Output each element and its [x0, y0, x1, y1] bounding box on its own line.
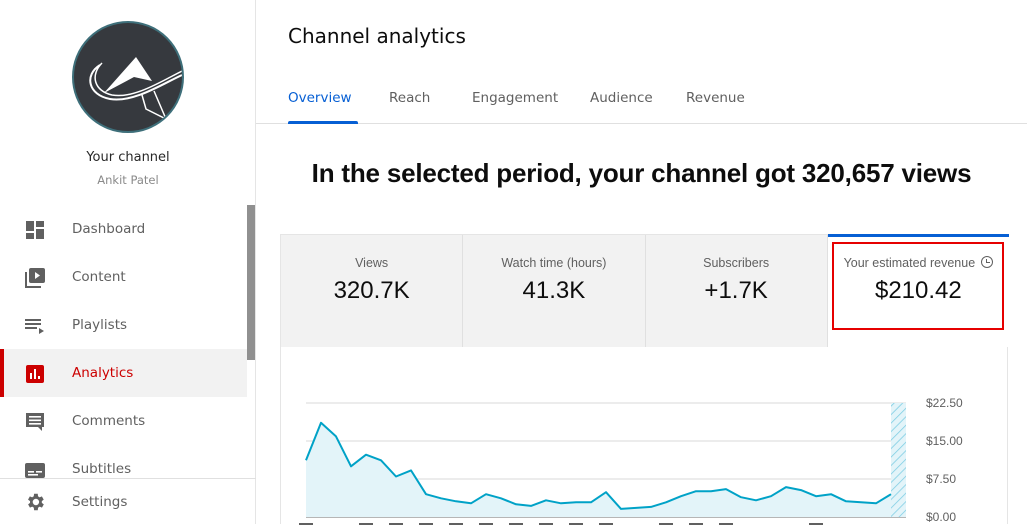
channel-title: Your channel	[86, 150, 170, 165]
y-tick-label: $7.50	[926, 472, 956, 486]
analytics-icon	[26, 365, 44, 383]
y-tick-label: $22.50	[926, 396, 963, 410]
sidebar-item-analytics[interactable]: Analytics	[0, 349, 247, 397]
sidebar-nav: Dashboard Content Playlists Analytics Co…	[0, 205, 247, 493]
channel-name: Ankit Patel	[97, 173, 159, 187]
comments-icon	[26, 413, 44, 431]
sidebar-item-dashboard[interactable]: Dashboard	[0, 205, 247, 253]
sidebar-scrollbar[interactable]	[247, 205, 255, 360]
sidebar-item-playlists[interactable]: Playlists	[0, 301, 247, 349]
settings-gear-icon	[28, 493, 44, 511]
sidebar: Your channel Ankit Patel Dashboard Conte…	[0, 0, 256, 524]
sidebar-item-comments[interactable]: Comments	[0, 397, 247, 445]
sidebar-item-label: Subtitles	[72, 461, 132, 477]
overview-card: Views 320.7K Watch time (hours) 41.3K Su…	[280, 234, 1010, 525]
tab-audience[interactable]: Audience	[590, 90, 653, 124]
summary-headline: In the selected period, your channel got…	[311, 158, 972, 188]
sidebar-item-content[interactable]: Content	[0, 253, 247, 301]
channel-logo-icon	[89, 57, 182, 121]
sidebar-item-label: Comments	[72, 413, 146, 429]
sidebar-item-label: Content	[72, 269, 126, 285]
tab-reach[interactable]: Reach	[389, 90, 430, 124]
y-tick-label: $0.00	[926, 510, 956, 524]
dashboard-icon	[26, 221, 44, 239]
analytics-tabs: Overview Reach Engagement Audience Reven…	[256, 82, 1027, 124]
page-title: Channel analytics	[288, 24, 466, 48]
sidebar-item-settings[interactable]: Settings	[0, 479, 256, 525]
sidebar-footer: Settings	[0, 478, 256, 524]
sidebar-item-label: Analytics	[72, 365, 134, 381]
content-icon	[25, 268, 45, 288]
tab-overview[interactable]: Overview	[288, 90, 358, 124]
partial-period-region	[891, 403, 906, 517]
playlists-icon	[25, 319, 44, 334]
revenue-chart: $22.50 $15.00 $7.50 $0.00	[299, 396, 963, 525]
y-tick-label: $15.00	[926, 434, 963, 448]
channel-avatar[interactable]	[72, 21, 184, 133]
sidebar-item-label: Settings	[72, 494, 128, 510]
tab-revenue[interactable]: Revenue	[686, 90, 745, 124]
main-content: Channel analytics Overview Reach Engagem…	[256, 0, 1027, 525]
sidebar-item-label: Playlists	[72, 317, 128, 333]
revenue-area	[306, 422, 891, 517]
tab-engagement[interactable]: Engagement	[472, 90, 558, 124]
sidebar-item-label: Dashboard	[72, 221, 146, 237]
